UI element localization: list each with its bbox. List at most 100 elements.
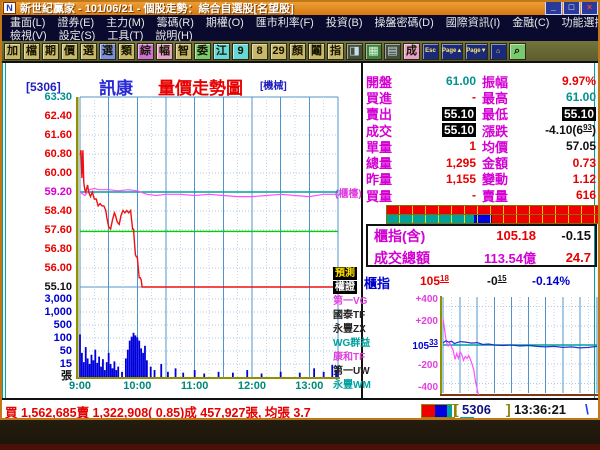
toolbar-smart-button[interactable]: 智 <box>175 42 192 60</box>
menu-item[interactable]: 國際資訊(I) <box>440 14 506 30</box>
toolbar-add-button[interactable]: 加 <box>4 42 21 60</box>
turnover-label: 成交總額 <box>374 249 430 266</box>
toolbar-home-button[interactable]: ⌂ <box>489 42 507 60</box>
sidebar-item-label: WG群益 <box>333 338 371 349</box>
otc-index-value: 105.18 <box>496 228 536 243</box>
price-tick-label: 61.60 <box>44 129 72 141</box>
otc-index-change: -0.15 <box>561 228 591 243</box>
sidebar-item-label: 第一UW <box>333 366 370 377</box>
toolbar-color-button[interactable]: 顏 <box>289 42 306 60</box>
warrant-item[interactable]: 康和TF <box>333 351 365 365</box>
left-frame-accent <box>1 63 3 398</box>
toolbar-pageup-button[interactable]: Page▲ <box>441 42 464 60</box>
warrant-item[interactable]: 國泰TF <box>333 309 365 323</box>
toolbar-pagedown-button[interactable]: Page▼ <box>465 42 488 60</box>
quote-value: 0.73 <box>530 156 596 170</box>
toolbar-futures-button[interactable]: 期 <box>42 42 59 60</box>
warrant-button[interactable]: 權證 <box>333 281 365 295</box>
price-tick-label: 55.10 <box>44 281 72 293</box>
warrant-sidebar: 預測 權證第一VG 國泰TF 永豐ZX WG群益康和TF 第一UW 永豐WM <box>333 267 371 393</box>
quote-value-text: 55.10 <box>441 106 476 121</box>
sidebar-item-label: 永豐WM <box>333 380 371 391</box>
menu-item[interactable]: 金融(C) <box>506 14 555 30</box>
toolbar-index-button[interactable]: 指 <box>327 42 344 60</box>
volume-tick-label: 50 <box>59 345 72 357</box>
quote-value-text: 57.05 <box>565 139 596 154</box>
quote-label: 賣量 <box>482 188 509 204</box>
stock-code-input[interactable]: 5306 <box>462 402 491 417</box>
toolbar-zoom-button[interactable]: ⌕ <box>508 42 526 60</box>
mini-axis-label: +200 <box>415 316 438 327</box>
warrant-item[interactable]: WG群益 <box>333 337 370 351</box>
menu-item[interactable]: 操盤密碼(D) <box>369 14 440 30</box>
quote-row: 成交 55.10 漲跌 -4.10(693) <box>366 122 596 139</box>
warrant-item[interactable]: 第一UW <box>333 365 370 379</box>
quote-row: 昨量 1,155 變動 1.12 <box>366 171 596 188</box>
quote-value-text: -4.10(693) <box>545 123 596 138</box>
quote-value-text: 1,155 <box>445 171 476 186</box>
toolbar-category-button[interactable]: 類 <box>118 42 135 60</box>
toolbar-8-button[interactable]: 8 <box>251 42 268 60</box>
toolbar-composite-button[interactable]: 綜 <box>137 42 154 60</box>
quote-value-text: 61.00 <box>445 74 476 89</box>
toolbar-select1-button[interactable]: 選 <box>80 42 97 60</box>
code-bracket-open: [ <box>454 401 459 417</box>
sidebar-item-label: 權證 <box>333 281 357 294</box>
sidebar-item-label: 康和TF <box>333 352 366 363</box>
quote-value-text: 616 <box>575 188 596 203</box>
sidebar-item-label: 國泰TF <box>333 310 366 321</box>
volume-tick-label: 3,000 <box>44 293 72 305</box>
toolbar-file-button[interactable]: 檔 <box>23 42 40 60</box>
menu-row-2: 檢視(V) 設定(S) 工具(T) 說明(H) <box>0 28 600 42</box>
menu-item[interactable]: 功能選擇(A) <box>555 14 600 30</box>
sidebar-item-label: 永豐ZX <box>333 324 366 335</box>
toolbar-esc-button[interactable]: Esc <box>422 42 439 60</box>
quote-value: 1 <box>414 139 476 153</box>
forecast-button[interactable]: 預測 <box>333 267 365 281</box>
clock: 13:36:21 <box>514 402 567 417</box>
pressure-bar-ticks <box>387 206 598 214</box>
code-bracket-close: ] <box>506 401 511 417</box>
mini-axis-label: +400 <box>415 294 438 305</box>
toolbar-select2-button[interactable]: 選 <box>99 42 116 60</box>
quote-row: 買進 - 最高 61.00 <box>366 89 596 106</box>
volume-tick-label: 1,000 <box>44 306 72 318</box>
code-input-caret <box>460 417 474 419</box>
toolbar-list-icon-button[interactable]: ▤ <box>384 42 401 60</box>
toolbar-deal-button[interactable]: 成 <box>403 42 420 60</box>
toolbar-amplitude-button[interactable]: 幅 <box>156 42 173 60</box>
toolbar-29-button[interactable]: 29 <box>270 42 287 60</box>
price-tick-label: 62.40 <box>44 110 72 122</box>
left-frame-accent-2 <box>5 63 6 398</box>
otc-index-mini-chart <box>442 297 598 395</box>
quote-value: - <box>414 188 476 202</box>
toolbar-grid-icon-button[interactable]: ▦ <box>365 42 382 60</box>
warrant-item[interactable]: 永豐WM <box>333 379 371 393</box>
menu-item[interactable]: 投資(B) <box>320 14 369 30</box>
toolbar-lot-button[interactable]: 鬮 <box>308 42 325 60</box>
mini-chart-percent: -0.14% <box>532 274 571 288</box>
menu-item[interactable]: 期權(O) <box>200 14 250 30</box>
sidebar-item-label: 第一VG <box>333 296 368 307</box>
toolbar-price-button[interactable]: 價 <box>61 42 78 60</box>
quote-value-text: 55.10 <box>561 106 596 121</box>
application-window: N 新世紀贏家 - 101/06/21 - 個股走勢：綜合自選股[名望股] _ … <box>0 0 600 450</box>
quote-value-text: 1.12 <box>572 171 596 186</box>
warrant-item[interactable]: 第一VG <box>333 295 368 309</box>
toolbar-river-button[interactable]: 江 <box>213 42 230 60</box>
warrant-item[interactable]: 永豐ZX <box>333 323 366 337</box>
price-tick-label: 58.40 <box>44 205 72 217</box>
volume-tick-label: 500 <box>53 319 72 331</box>
volume-tick-label: 100 <box>53 332 72 344</box>
quote-value: 1,155 <box>414 172 476 186</box>
quote-value: 616 <box>530 188 596 202</box>
quote-panel: 開盤 61.00 振幅 9.97% 買進 - 最高 61.00 賣出 55.10 最低 55.10 成交… <box>366 73 596 204</box>
quote-value: - <box>414 90 476 104</box>
toolbar-9-button[interactable]: 9 <box>232 42 249 60</box>
toolbar-layout-icon-button[interactable]: ◨ <box>346 42 363 60</box>
toolbar-order-button[interactable]: 委 <box>194 42 211 60</box>
volume-tick-label: 15 <box>59 358 72 370</box>
price-tick-label: 56.00 <box>44 262 72 274</box>
legend-segment <box>422 405 435 417</box>
menu-item[interactable]: 匯市利率(F) <box>250 14 320 30</box>
